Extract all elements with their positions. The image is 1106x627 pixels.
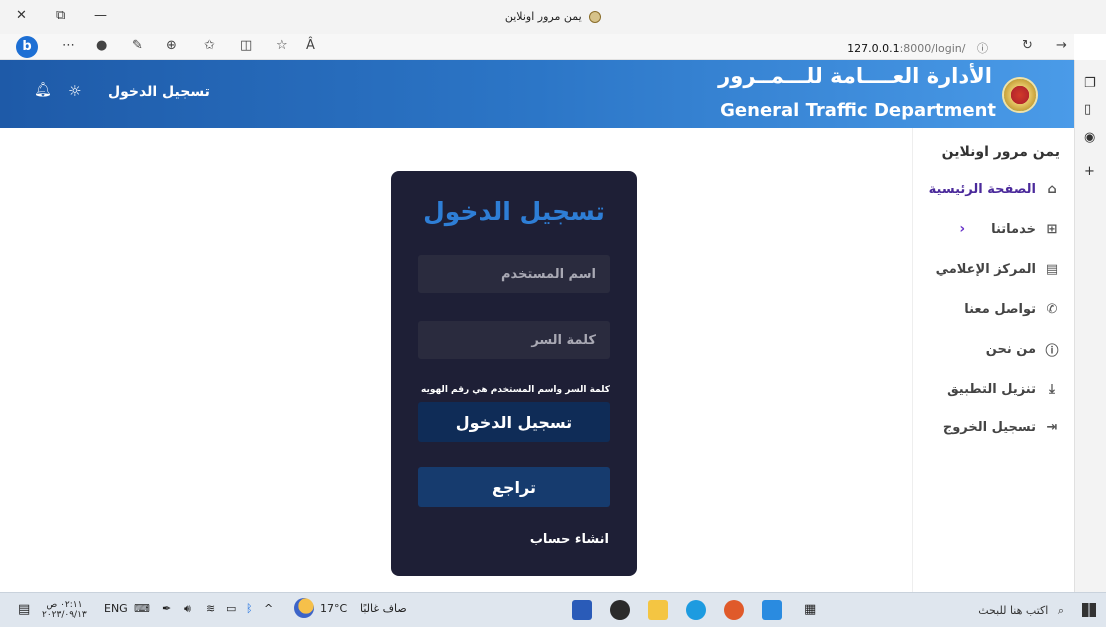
tab-actions-icon[interactable]: ❐ [1084, 76, 1096, 91]
split-screen-icon[interactable]: ◫ [240, 38, 252, 53]
add-favorite-icon[interactable]: ☆ [276, 38, 288, 53]
battery-icon[interactable]: ▭ [226, 602, 236, 615]
username-input[interactable] [418, 255, 610, 293]
nav-item-contact[interactable]: تواصل معنا ✆ [964, 298, 1060, 320]
pen-icon[interactable]: ✒ [162, 602, 171, 615]
extension-icon[interactable]: ✎ [132, 38, 143, 53]
read-aloud-icon[interactable]: Â [306, 38, 315, 53]
weather-icon[interactable] [294, 598, 314, 618]
nav-item-about[interactable]: من نحن ⓘ [986, 338, 1060, 360]
download-icon: ⤓ [1049, 381, 1055, 397]
nav-item-services[interactable]: › خدماتنا ⊞ [959, 218, 1060, 240]
chrome-app-icon[interactable] [724, 600, 744, 620]
windows-start-icon[interactable] [1082, 603, 1096, 617]
password-input[interactable] [418, 321, 610, 359]
favorites-icon[interactable]: ✩ [204, 38, 215, 53]
bluetooth-icon[interactable]: ᛒ [246, 602, 253, 615]
pinned-tab-icon[interactable]: ◉ [1084, 130, 1095, 145]
keyboard-icon[interactable]: ⌨ [134, 602, 150, 615]
sun-icon[interactable]: ☼ [68, 82, 81, 100]
login-button[interactable]: تسجيل الدخول [418, 402, 610, 442]
app-header: 🔔︎ ☼ تسجيل الدخول الأدارة العــــامة للـ… [0, 60, 1074, 128]
newspaper-icon: ▤ [1045, 261, 1059, 277]
chevron-up-icon[interactable]: ^ [264, 602, 273, 615]
new-page-icon[interactable]: ▯ [1084, 102, 1091, 117]
bing-icon[interactable]: b [16, 36, 38, 58]
word-app-icon[interactable] [572, 600, 592, 620]
collections-icon[interactable]: ⊕ [166, 38, 177, 53]
nav-item-home[interactable]: الصفحة الرئيسية ⌂ [929, 178, 1060, 200]
create-account-link[interactable]: انشاء حساب [530, 532, 609, 547]
forward-icon[interactable]: → [1056, 38, 1067, 53]
browser-toolbar: b ⋯ ● ✎ ⊕ ✩ ◫ ☆ Â 127.0.0.1:8000/login/… [0, 34, 1074, 60]
info-icon[interactable]: ⓘ [977, 42, 988, 55]
address-bar[interactable]: 127.0.0.1:8000/login/ ⓘ [847, 40, 988, 56]
bell-icon[interactable]: 🔔︎ [34, 82, 52, 98]
search-icon: ⌕ [1057, 604, 1064, 617]
notifications-icon[interactable]: ▤ [18, 602, 30, 617]
login-card: تسجيل الدخول كلمة السر واسم المستخدم هي … [391, 171, 637, 576]
network-icon[interactable]: ≋ [206, 602, 215, 615]
weather-text[interactable]: صاف غالبًا [360, 602, 407, 615]
site-title: يمن مرور اونلاين [941, 144, 1060, 160]
back-button[interactable]: تراجع [418, 467, 610, 507]
header-login-link[interactable]: تسجيل الدخول [108, 84, 210, 100]
refresh-icon[interactable]: ↻ [1022, 38, 1033, 53]
department-title-en: General Traffic Department [720, 100, 996, 121]
taskbar-search[interactable]: اكتب هنا للبحث ⌕ [854, 597, 1074, 624]
logout-icon: ⇥ [1046, 419, 1058, 435]
grid-icon: ⊞ [1046, 221, 1058, 237]
info-icon: ⓘ [1045, 343, 1059, 359]
volume-icon[interactable]: 🔊︎ [184, 602, 191, 616]
clock[interactable]: ٠٢:١١ ص ٢٠٢٣/٠٩/١٣ [42, 600, 87, 620]
edge-app-icon[interactable] [686, 600, 706, 620]
profile-icon[interactable]: ● [96, 38, 107, 53]
language-indicator[interactable]: ENG [104, 602, 128, 615]
department-title-ar: الأدارة العــــامة للـــمــرور [718, 64, 992, 88]
side-nav: يمن مرور اونلاين الصفحة الرئيسية ⌂ › خدم… [912, 128, 1074, 592]
login-title: تسجيل الدخول [423, 197, 605, 226]
tab-title[interactable]: يمن مرور اونلاين [0, 10, 1106, 23]
department-logo [1002, 77, 1038, 113]
nav-item-logout[interactable]: تسجيل الخروج ⇥ [943, 416, 1060, 438]
chevron-icon[interactable]: › [959, 221, 965, 237]
login-hint: كلمة السر واسم المستخدم هي رقم الهويه [421, 385, 610, 395]
task-view-icon[interactable]: ▦ [804, 602, 816, 617]
vscode-app-icon[interactable] [762, 600, 782, 620]
home-icon: ⌂ [1047, 181, 1057, 197]
add-icon[interactable]: + [1084, 164, 1095, 179]
file-explorer-icon[interactable] [648, 600, 668, 620]
browser-titlebar: ✕ ⧉ — يمن مرور اونلاين [0, 0, 1106, 34]
media-player-icon[interactable] [610, 600, 630, 620]
site-favicon-icon [589, 11, 602, 23]
nav-item-media[interactable]: المركز الإعلامي ▤ [936, 258, 1060, 280]
nav-item-download-app[interactable]: تنزيل التطبيق ⤓ [947, 378, 1060, 400]
taskbar: ▤ ٠٢:١١ ص ٢٠٢٣/٠٩/١٣ ENG ⌨ ✒ 🔊︎ ≋ ▭ ᛒ ^ 1… [0, 592, 1106, 627]
phone-icon: ✆ [1046, 301, 1058, 317]
more-icon[interactable]: ⋯ [62, 38, 75, 53]
browser-sidebar: ❐ ▯ ◉ + [1074, 60, 1106, 592]
temperature[interactable]: 17°C [320, 602, 347, 615]
